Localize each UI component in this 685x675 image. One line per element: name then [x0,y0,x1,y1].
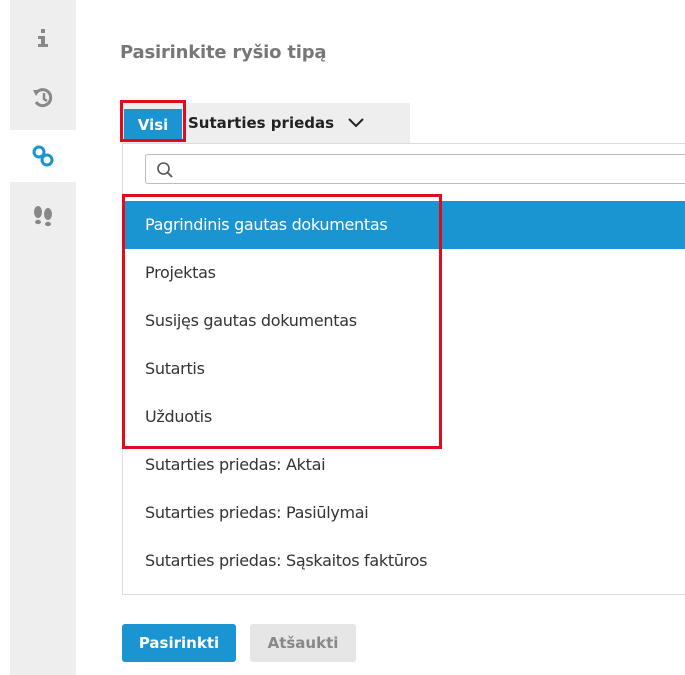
select-button[interactable]: Pasirinkti [122,624,236,662]
history-icon [33,88,53,108]
footsteps-icon [34,206,52,227]
option-item[interactable]: Pagrindinis gautas dokumentas [123,201,685,249]
chevron-down-icon [348,118,364,128]
search-box[interactable] [145,154,685,184]
side-rail [0,0,76,675]
option-item[interactable]: Užduotis [123,393,685,441]
rail-item-steps[interactable] [10,190,76,242]
option-item[interactable]: Sutartis [123,345,685,393]
option-item[interactable]: Susijęs gautas dokumentas [123,297,685,345]
option-item[interactable]: Sutarties priedas: Sąskaitos faktūros [123,537,685,585]
search-input[interactable] [182,158,672,180]
tab-bar: Visi Sutarties priedas [120,100,685,143]
search-icon [157,162,173,178]
tab-all[interactable]: Visi [124,109,182,141]
options-panel: Pagrindinis gautas dokumentas Projektas Su… [122,143,685,595]
option-item[interactable]: Projektas [123,249,685,297]
option-item[interactable]: Sutarties priedas: Pasiūlymai [123,489,685,537]
rail-item-history[interactable] [10,72,76,124]
dialog-title: Pasirinkite ryšio tipą [120,42,327,63]
rail-item-links[interactable] [10,130,76,182]
cancel-button[interactable]: Atšaukti [250,624,356,662]
options-list: Pagrindinis gautas dokumentas Projektas Su… [123,201,685,585]
tab-filter-label: Sutarties priedas [188,114,335,132]
link-icon [32,145,54,167]
rail-item-info[interactable] [10,12,76,64]
option-item[interactable]: Sutarties priedas: Aktai [123,441,685,489]
info-icon [38,29,48,47]
tab-filter-dropdown[interactable]: Sutarties priedas [188,103,364,143]
